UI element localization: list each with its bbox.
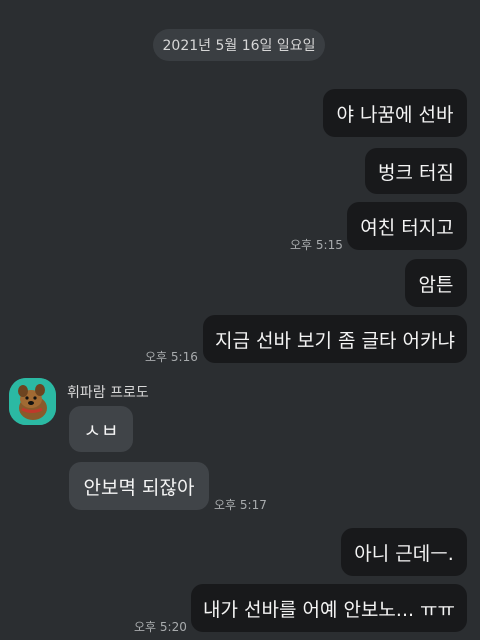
message-bubble-sent[interactable]: 아니 근데ㅡ. xyxy=(341,528,467,576)
message-timestamp: 오후 5:20 xyxy=(134,620,187,634)
date-separator: 2021년 5월 16일 일요일 xyxy=(153,29,325,61)
cartoon-dog-avatar-icon[interactable] xyxy=(9,378,56,425)
message-bubble-sent[interactable]: 지금 선바 보기 좀 글타 어카냐 xyxy=(203,315,467,363)
message-bubble-sent[interactable]: 야 나꿈에 선바 xyxy=(323,89,467,137)
message-timestamp: 오후 5:16 xyxy=(145,350,198,364)
message-bubble-sent[interactable]: 내가 선바를 어예 안보노... ㅠㅠ xyxy=(191,584,467,632)
sender-name: 휘파람 프로도 xyxy=(67,385,149,401)
message-bubble-received[interactable]: 안보멱 되잖아 xyxy=(69,462,209,510)
message-bubble-sent[interactable]: 암튼 xyxy=(405,259,467,307)
message-timestamp: 오후 5:17 xyxy=(214,498,267,512)
message-timestamp: 오후 5:15 xyxy=(290,238,343,252)
message-bubble-sent[interactable]: 벙크 터짐 xyxy=(365,148,467,194)
message-bubble-sent[interactable]: 여친 터지고 xyxy=(347,202,467,250)
message-bubble-received[interactable]: ㅅㅂ xyxy=(69,406,133,452)
